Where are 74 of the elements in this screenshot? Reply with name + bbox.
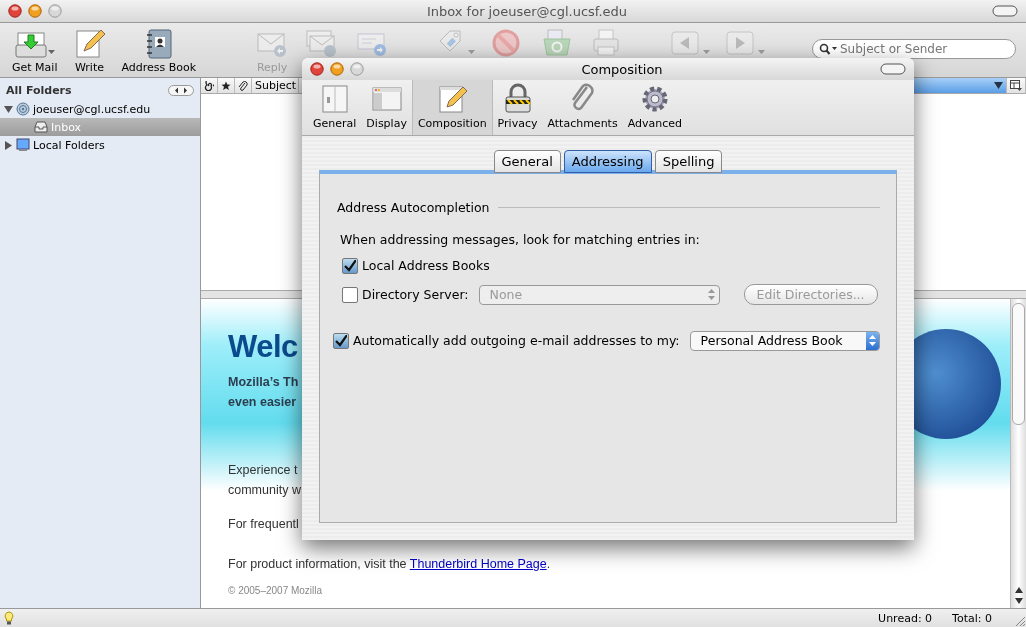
write-button[interactable]: Write xyxy=(69,27,110,74)
search-field[interactable]: Subject or Sender xyxy=(812,39,1016,59)
tab[interactable]: Addressing xyxy=(563,150,652,173)
home-page-link[interactable]: Thunderbird Home Page xyxy=(409,557,547,571)
get-mail-button[interactable]: Get Mail xyxy=(10,27,60,74)
star-icon xyxy=(221,80,231,91)
dialog-title: Composition xyxy=(580,61,664,77)
copyright-text: © 2005–2007 Mozilla xyxy=(228,585,323,596)
unread-count: Unread: 0 xyxy=(878,611,933,625)
welcome-subtitle: even easier xyxy=(228,394,297,411)
folder-item[interactable]: Local Folders xyxy=(0,136,200,154)
collapsed-triangle-icon[interactable] xyxy=(4,140,13,150)
toolbar-toggle-icon xyxy=(880,63,906,75)
toolbar-toggle-icon xyxy=(992,5,1018,17)
checkmark-icon xyxy=(344,259,356,272)
product-info-text: For product information, visit the Thunderbird Home Page. xyxy=(228,557,551,571)
search-icon xyxy=(819,43,837,55)
sort-arrow-icon xyxy=(994,82,1003,89)
lightbulb-icon xyxy=(4,611,14,625)
preference-pane-tab[interactable]: Privacy xyxy=(492,80,543,135)
dropdown-caret-icon xyxy=(758,50,766,55)
welcome-text: Experience t xyxy=(228,462,298,479)
close-button-icon xyxy=(310,62,324,76)
thread-icon xyxy=(204,80,214,91)
address-book-button[interactable]: Address Book xyxy=(119,27,199,74)
minimize-button-icon xyxy=(330,62,344,76)
welcome-heading: Welc xyxy=(228,329,298,365)
group-label: Address Autocompletion xyxy=(337,200,490,215)
preference-pane-tab[interactable]: Attachments xyxy=(542,80,623,135)
close-button-icon xyxy=(8,4,22,18)
preference-pane-tab[interactable]: Advanced xyxy=(622,80,687,135)
tab[interactable]: Spelling xyxy=(654,150,723,173)
pencil-paper-icon xyxy=(436,83,469,115)
tray-icon xyxy=(34,121,48,133)
zoom-button-icon xyxy=(48,4,62,18)
preference-pane-tab[interactable]: Composition xyxy=(411,80,493,135)
window-title: Inbox for joeuser@cgl.ucsf.edu xyxy=(425,3,629,19)
expanded-triangle-icon[interactable] xyxy=(4,104,13,114)
scrollbar[interactable] xyxy=(1010,299,1026,608)
preference-pane-tab[interactable]: Display xyxy=(361,80,412,135)
checkbox-label[interactable]: Local Address Books xyxy=(362,258,490,273)
total-count: Total: 0 xyxy=(952,611,992,625)
dropdown-caret-icon xyxy=(703,50,711,55)
monitor-icon xyxy=(16,138,30,152)
preference-pane-tab[interactable]: General xyxy=(308,80,362,135)
checkbox-label[interactable]: Directory Server: xyxy=(362,287,469,302)
welcome-text: For frequentl xyxy=(228,516,299,533)
column-picker-icon xyxy=(1010,80,1022,91)
pane-header: All Folders xyxy=(6,83,72,97)
checkbox[interactable] xyxy=(333,332,349,349)
column-picker-button[interactable] xyxy=(1007,78,1026,93)
dropdown[interactable]: Personal Address Book xyxy=(689,330,880,351)
server-icon xyxy=(16,102,30,116)
up-arrow-icon xyxy=(1014,587,1023,593)
checkbox[interactable] xyxy=(342,286,358,303)
paperclip-icon xyxy=(238,80,248,91)
up-down-arrows-icon xyxy=(707,289,715,300)
minimize-button-icon xyxy=(28,4,42,18)
up-down-arrows-icon xyxy=(868,335,876,346)
column-header[interactable]: Subject xyxy=(252,78,299,93)
pane-switch-button[interactable] xyxy=(168,84,194,96)
checkbox-label[interactable]: Automatically add outgoing e-mail addresses to my: xyxy=(353,333,680,348)
tab[interactable]: General xyxy=(493,150,561,173)
dropdown-caret-icon xyxy=(468,50,476,55)
down-arrow-icon xyxy=(1014,598,1023,604)
checkbox[interactable] xyxy=(342,257,358,274)
welcome-subtitle: Mozilla’s Th xyxy=(228,374,299,391)
welcome-text: community w xyxy=(228,482,301,499)
zoom-button-icon xyxy=(350,62,364,76)
instruction-text: When addressing messages, look for matching entries in: xyxy=(340,232,701,247)
checkmark-icon xyxy=(335,334,347,347)
folder-item[interactable]: joeuser@cgl.ucsf.edu xyxy=(0,100,200,118)
dropdown-caret-icon xyxy=(48,50,56,55)
left-right-arrows-icon xyxy=(174,86,188,94)
